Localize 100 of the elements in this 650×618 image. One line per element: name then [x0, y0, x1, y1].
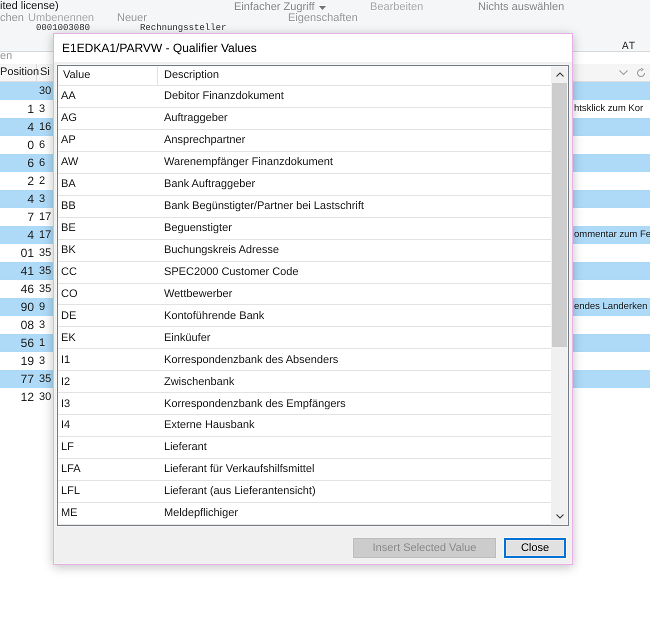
value-cell-text: AW	[60, 155, 80, 170]
description-cell-text: Externe Hausbank	[163, 418, 254, 434]
list-row[interactable]: AA Debitor Finanzdokument	[58, 86, 551, 108]
value-cell-text: LF	[60, 440, 75, 456]
table-cell-text: 30	[38, 84, 52, 99]
table-cell-text: 0	[26, 137, 35, 154]
list-row[interactable]: I2 Zwischenbank	[58, 371, 551, 394]
value-cell-text: I4	[60, 418, 72, 434]
table-cell-text: 17	[38, 210, 52, 225]
table-cell-text: 6	[38, 138, 46, 153]
description-cell-text: Einküufer	[163, 330, 210, 346]
description-cell-text: Lieferant (aus Lieferantensicht)	[163, 484, 316, 500]
list-row[interactable]: LFL Lieferant (aus Lieferantensicht)	[58, 481, 551, 504]
value-cell-text: I2	[60, 374, 72, 390]
description-cell-text: Bank Begünstigter/Partner bei Lastschrift	[163, 198, 364, 214]
list-row[interactable]: LFA Lieferant für Verkaufshilfsmittel	[58, 459, 551, 482]
table-cell-text: 1	[26, 101, 35, 118]
column-header: Si	[39, 65, 51, 80]
description-cell-text: Kontoführende Bank	[163, 308, 264, 324]
table-cell-text: 77	[20, 371, 35, 388]
list-row[interactable]: CC SPEC2000 Customer Code	[58, 262, 551, 284]
table-cell-text: 6	[38, 156, 46, 171]
table-cell-text: 3	[38, 318, 46, 333]
value-cell-text: LFL	[60, 484, 81, 500]
description-cell-text: Beguenstigter	[163, 220, 232, 236]
list-row[interactable]: I3 Korrespondenzbank des Empfängers	[58, 393, 551, 416]
record-role: Rechnungssteller	[140, 24, 226, 33]
description-cell-text: Lieferant	[163, 440, 207, 456]
list-row[interactable]: I1 Korrespondenzbank des Absenders	[58, 349, 551, 372]
table-cell-text: 41	[20, 263, 35, 280]
description-cell-text: Lieferant für Verkaufshilfsmittel	[163, 462, 314, 478]
table-cell-text: 56	[20, 335, 35, 352]
description-cell-text: Korrespondenzbank des Absenders	[163, 352, 338, 368]
table-cell-text: 46	[20, 281, 35, 298]
list-row[interactable]: EK Einküufer	[58, 327, 551, 350]
column-header[interactable]: Description	[158, 67, 220, 84]
table-cell-text: 01	[20, 245, 35, 262]
value-cell-text: EK	[60, 330, 77, 346]
table-cell-text: 3	[38, 102, 46, 117]
table-cell-text: 2	[38, 174, 46, 189]
table-cell-text: 7	[26, 209, 35, 226]
table-cell-text: 3	[38, 192, 46, 207]
table-cell-text: 30	[38, 390, 52, 405]
value-cell-text: DE	[60, 308, 78, 324]
list-row[interactable]: I4 Externe Hausbank	[58, 415, 551, 438]
table-cell-text: 19	[20, 353, 35, 370]
table-cell-text: 4	[26, 191, 35, 208]
table-cell-text: htsklick zum Kor	[574, 102, 644, 116]
description-cell-text: Zwischenbank	[163, 374, 234, 390]
value-cell-text: I3	[60, 396, 72, 412]
table-cell-text: 2	[26, 173, 35, 190]
list-row[interactable]: BE Beguenstigter	[58, 218, 551, 240]
value-cell-text: AP	[60, 133, 77, 148]
description-cell-text: Wettbewerber	[163, 286, 232, 302]
close-button[interactable]: Close	[504, 538, 566, 558]
value-cell-text: BA	[60, 176, 77, 192]
value-cell-text: CC	[60, 264, 78, 280]
table-cell-text: 35	[38, 372, 52, 387]
record-number: 0001003080	[36, 24, 90, 33]
table-cell-text: endes Landerken	[574, 300, 648, 314]
value-cell-text: BB	[60, 198, 77, 214]
table-cell-text: 3	[38, 354, 46, 369]
table-cell-text: 17	[38, 228, 52, 243]
table-cell-text: 08	[20, 317, 35, 334]
license-label: ited license)	[0, 1, 59, 12]
list-row[interactable]: BK Buchungskreis Adresse	[58, 240, 551, 262]
table-cell-text: 35	[38, 282, 52, 297]
section-label: en	[0, 48, 12, 64]
description-cell-text: Bank Auftraggeber	[163, 176, 256, 192]
table-cell-text: 6	[26, 155, 35, 172]
list-row[interactable]: DE Kontoführende Bank	[58, 305, 551, 328]
value-cell-text: BE	[60, 220, 77, 236]
list-row[interactable]: BA Bank Auftraggeber	[58, 174, 551, 196]
table-cell-text: 12	[20, 389, 35, 406]
table-cell-text: 35	[38, 246, 52, 261]
list-row[interactable]: CO Wettbewerber	[58, 284, 551, 306]
column-header: Position	[0, 64, 37, 81]
table-cell-text: 35	[38, 264, 52, 279]
value-cell-text: AA	[60, 89, 77, 104]
list-row[interactable]: AP Ansprechpartner	[58, 130, 551, 152]
description-cell-text: SPEC2000 Customer Code	[163, 264, 299, 280]
description-cell-text: Buchungskreis Adresse	[163, 242, 279, 258]
description-cell-text: Warenempfänger Finanzdokument	[163, 155, 333, 170]
column-header[interactable]: Value	[58, 66, 158, 85]
value-cell-text: CO	[60, 286, 78, 302]
list-row[interactable]: AW Warenempfänger Finanzdokument	[58, 152, 551, 174]
ribbon-label: chen	[0, 13, 24, 24]
dialog-title: E1EDKA1/PARVW - Qualifier Values	[62, 40, 257, 57]
table-cell-text: 9	[38, 300, 46, 315]
record-country: AT	[622, 40, 636, 55]
list-row[interactable]: LF Lieferant	[58, 437, 551, 460]
table-cell-text: 1	[38, 336, 46, 351]
description-cell-text: Ansprechpartner	[163, 133, 246, 148]
list-row[interactable]: AG Auftraggeber	[58, 108, 551, 130]
list-row[interactable]: ME Meldepflichiger	[58, 503, 551, 526]
value-cell-text: I1	[60, 352, 72, 368]
value-cell-text: AG	[60, 111, 78, 126]
list-row[interactable]: BB Bank Begünstigter/Partner bei Lastschrift	[58, 196, 551, 218]
table-cell-text: 4	[26, 227, 35, 244]
description-cell-text: Debitor Finanzdokument	[163, 89, 284, 104]
